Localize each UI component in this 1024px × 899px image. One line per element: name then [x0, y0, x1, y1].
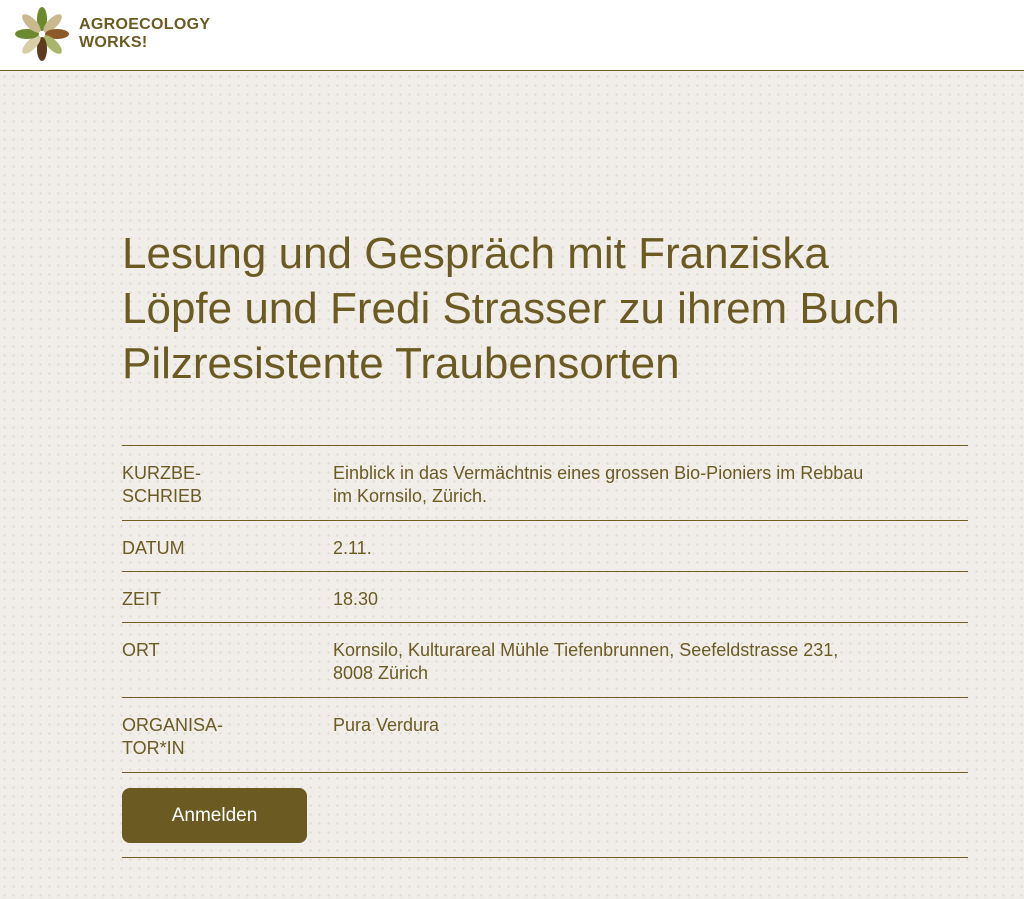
logo-line-2: WORKS!	[79, 34, 148, 51]
detail-label: KURZBE- SCHRIEB	[122, 463, 203, 506]
detail-row-zeit: ZEIT 18.30	[122, 572, 968, 623]
detail-row-datum: DATUM 2.11.	[122, 521, 968, 572]
detail-label: ZEIT	[122, 589, 161, 609]
detail-value: Einblick in das Vermächtnis eines grosse…	[333, 463, 864, 506]
detail-label: ORT	[122, 640, 160, 660]
site-header: AGROECOLOGY WORKS!	[0, 0, 1024, 71]
detail-row-ort: ORT Kornsilo, Kulturareal Mühle Tiefenbr…	[122, 623, 968, 698]
event-content: Lesung und Gespräch mit Franziska Löpfe …	[122, 226, 968, 858]
logo-wordmark: AGROECOLOGY WORKS!	[79, 16, 210, 52]
action-row: Anmelden	[122, 773, 968, 858]
event-details-table: KURZBE- SCHRIEB Einblick in das Vermächt…	[122, 445, 968, 858]
detail-value: Pura Verdura	[333, 715, 440, 735]
detail-value: 18.30	[333, 589, 379, 609]
register-button[interactable]: Anmelden	[122, 788, 307, 843]
event-title: Lesung und Gespräch mit Franziska Löpfe …	[122, 229, 900, 388]
detail-value: Kornsilo, Kulturareal Mühle Tiefenbrunne…	[333, 640, 839, 683]
logo-line-1: AGROECOLOGY	[79, 16, 211, 33]
detail-value: 2.11.	[333, 538, 372, 558]
detail-row-kurzbeschrieb: KURZBE- SCHRIEB Einblick in das Vermächt…	[122, 446, 968, 521]
site-logo[interactable]: AGROECOLOGY WORKS!	[12, 4, 210, 64]
detail-label: ORGANISA- TOR*IN	[122, 715, 224, 758]
flower-logo-icon	[15, 7, 69, 61]
detail-row-organisatorin: ORGANISA- TOR*IN Pura Verdura	[122, 698, 968, 773]
detail-label: DATUM	[122, 538, 185, 558]
